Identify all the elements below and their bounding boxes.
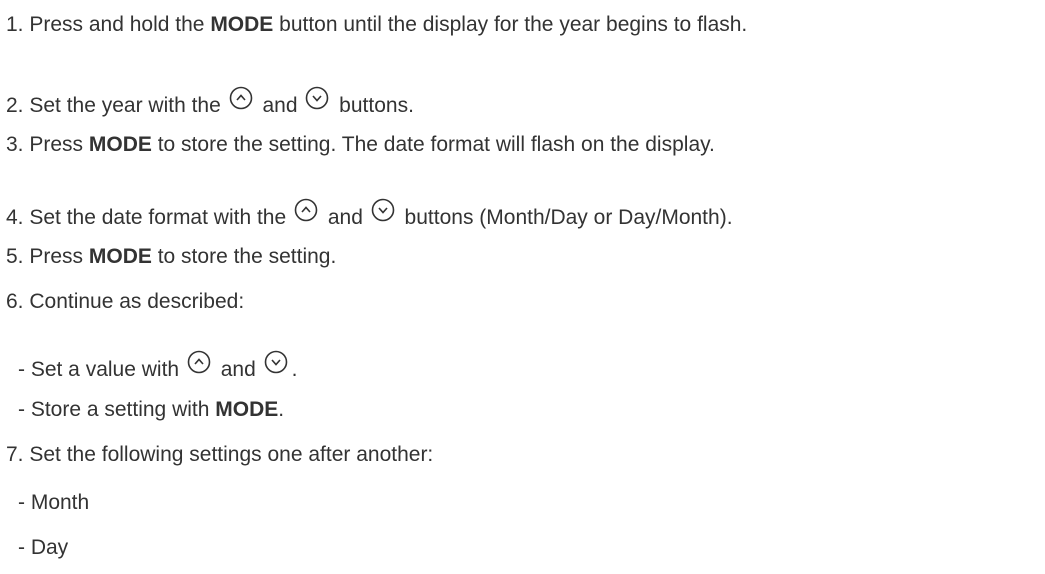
step-1: 1. Press and hold the MODE button until … <box>6 12 747 38</box>
step-3: 3. Press MODE to store the setting. The … <box>6 132 715 158</box>
step-2-pre: 2. Set the year with the <box>6 94 227 117</box>
down-arrow-button-icon <box>264 350 288 374</box>
step-4-pre: 4. Set the date format with the <box>6 206 292 229</box>
step-7-sub-2: - Day <box>18 535 68 561</box>
down-arrow-button-icon <box>371 198 395 222</box>
up-arrow-button-icon <box>187 350 211 374</box>
step-5-pre: 5. Press <box>6 245 89 268</box>
mode-keyword: MODE <box>88 245 152 268</box>
step-2: 2. Set the year with the and buttons. <box>6 86 414 119</box>
step-2-post: buttons. <box>333 94 414 117</box>
step-4-mid: and <box>322 206 369 229</box>
step-6: 6. Continue as described: <box>6 289 244 315</box>
step-7-text: 7. Set the following settings one after … <box>6 443 434 466</box>
step-6-text: 6. Continue as described: <box>6 290 245 313</box>
step-7b-text: - Day <box>18 536 69 559</box>
step-4-post: buttons (Month/Day or Day/Month). <box>398 206 733 229</box>
up-arrow-button-icon <box>229 86 253 110</box>
step-1-pre: 1. Press and hold the <box>6 13 211 36</box>
step-6-sub-1: - Set a value with and . <box>18 350 297 383</box>
step-1-post: button until the display for the year be… <box>273 13 748 36</box>
step-6b-post: . <box>278 398 285 421</box>
step-6b-pre: - Store a setting with <box>18 398 216 421</box>
mode-keyword: MODE <box>210 13 274 36</box>
step-2-mid: and <box>256 94 304 117</box>
step-5: 5. Press MODE to store the setting. <box>6 244 336 270</box>
step-7a-text: - Month <box>18 491 90 514</box>
step-5-post: to store the setting. <box>151 245 337 268</box>
down-arrow-button-icon <box>305 86 329 110</box>
step-6-sub-2: - Store a setting with MODE. <box>18 397 284 423</box>
step-3-post: to store the setting. The date format wi… <box>151 133 715 156</box>
mode-keyword: MODE <box>88 133 152 156</box>
step-4: 4. Set the date format with the and butt… <box>6 198 733 231</box>
step-6a-post: . <box>291 358 298 381</box>
step-7: 7. Set the following settings one after … <box>6 442 433 468</box>
step-7-sub-1: - Month <box>18 490 89 516</box>
step-6a-pre: - Set a value with <box>18 358 185 381</box>
step-6a-mid: and <box>214 358 262 381</box>
up-arrow-button-icon <box>294 198 318 222</box>
step-3-pre: 3. Press <box>6 133 89 156</box>
mode-keyword: MODE <box>215 398 279 421</box>
